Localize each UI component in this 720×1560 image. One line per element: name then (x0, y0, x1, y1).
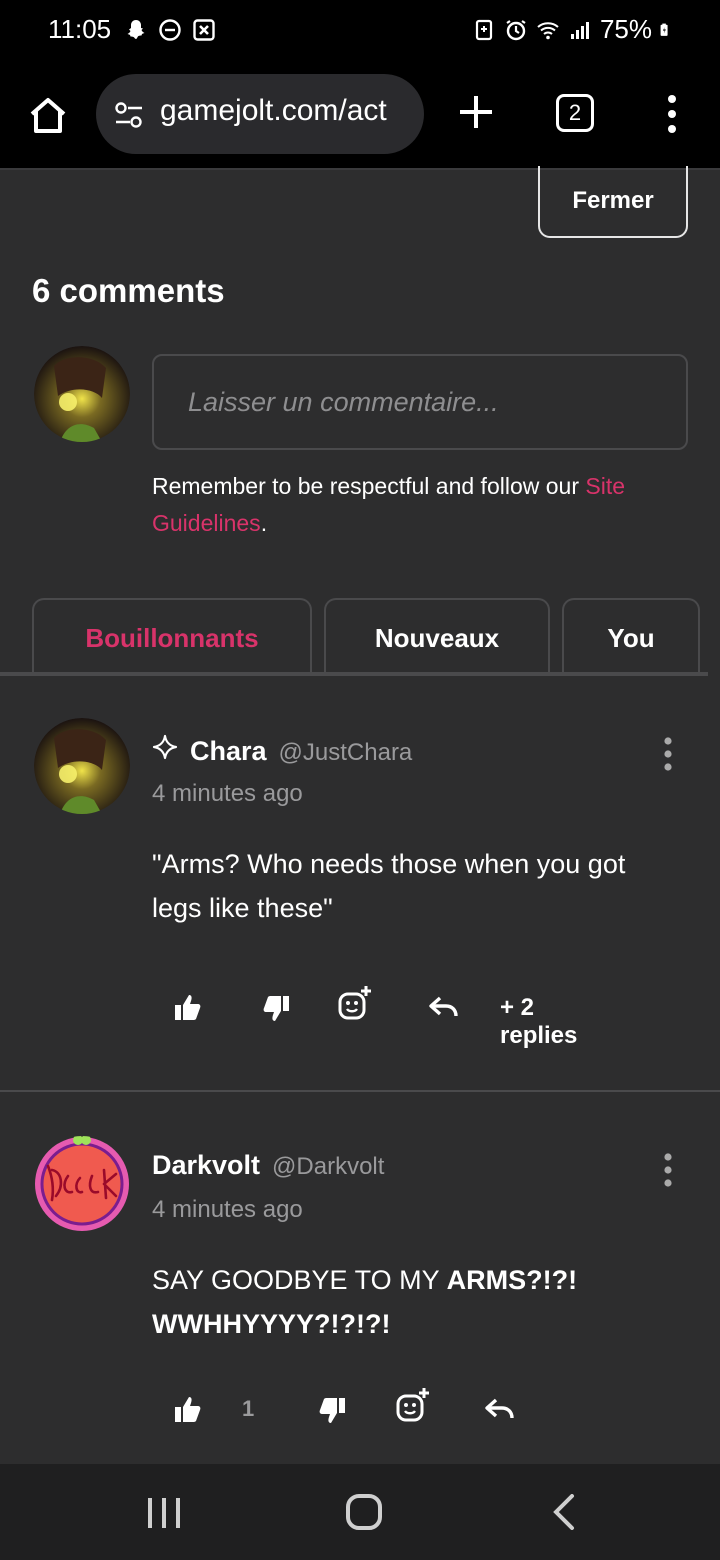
recents-icon[interactable] (146, 1496, 182, 1530)
sparkle-icon (152, 734, 178, 760)
author-name[interactable]: Darkvolt (152, 1150, 260, 1181)
status-time: 11:05 (48, 14, 112, 44)
comment-item: Chara @JustChara 4 minutes ago "Arms? Wh… (0, 676, 720, 1090)
add-reaction-icon[interactable] (336, 984, 374, 1024)
close-button[interactable]: Fermer (538, 166, 688, 238)
site-settings-icon[interactable] (114, 100, 144, 130)
tab-new[interactable]: Nouveaux (324, 598, 550, 672)
author-handle[interactable]: @Darkvolt (272, 1153, 384, 1181)
status-bar: 11:05 75% (0, 0, 720, 62)
guidelines-note: Remember to be respectful and follow our… (152, 468, 672, 542)
system-nav-bar (0, 1464, 720, 1560)
sort-tabs: Bouillonnants Nouveaux You (0, 598, 720, 676)
comment-text-plain: SAY GOODBYE TO MY (152, 1265, 447, 1295)
battery-saver-icon (475, 19, 493, 40)
comment-avatar[interactable] (34, 1136, 130, 1232)
new-tab-icon[interactable] (456, 92, 496, 132)
thumbs-up-icon[interactable] (172, 1394, 204, 1426)
comment-author: Darkvolt @Darkvolt (152, 1150, 384, 1181)
comment-time: 4 minutes ago (152, 1196, 303, 1223)
battery-percentage: 75% (599, 14, 652, 44)
comment-input[interactable] (152, 354, 688, 450)
my-avatar[interactable] (34, 346, 130, 442)
guidelines-note-text: Remember to be respectful and follow our (152, 473, 586, 499)
signal-icon (570, 21, 589, 39)
comment-time: 4 minutes ago (152, 780, 303, 807)
add-reaction-icon[interactable] (394, 1386, 432, 1426)
replies-link[interactable]: + 2 replies (500, 994, 577, 1050)
thumbs-down-icon[interactable] (260, 992, 292, 1024)
status-left-icons (124, 18, 216, 42)
battery-icon (660, 23, 668, 36)
thumbs-up-icon[interactable] (172, 992, 204, 1024)
comment-more-icon[interactable] (660, 736, 676, 772)
home-nav-icon[interactable] (346, 1494, 382, 1530)
back-icon[interactable] (552, 1494, 576, 1530)
dnd-icon (159, 19, 181, 41)
comments-count-heading: 6 comments (32, 272, 225, 309)
address-bar[interactable]: gamejolt.com/act (96, 74, 424, 154)
url-text[interactable]: gamejolt.com/act (160, 94, 387, 128)
more-options-icon[interactable] (660, 94, 684, 134)
author-name[interactable]: Chara (190, 736, 267, 767)
comment-more-icon[interactable] (660, 1152, 676, 1188)
guidelines-note-end: . (260, 510, 268, 536)
like-count: 1 (242, 1396, 255, 1421)
tab-hot[interactable]: Bouillonnants (32, 598, 312, 672)
comment-author: Chara @JustChara (152, 734, 412, 767)
thumbs-down-icon[interactable] (316, 1394, 348, 1426)
tab-you[interactable]: You (562, 598, 700, 672)
author-handle[interactable]: @JustChara (279, 739, 413, 767)
alarm-icon (506, 19, 526, 40)
snapchat-icon (127, 20, 145, 39)
status-right-icons: 75% (472, 14, 674, 45)
tab-switcher-button[interactable]: 2 (556, 94, 594, 132)
wifi-icon (537, 21, 559, 39)
reply-icon[interactable] (484, 1394, 516, 1426)
reply-icon[interactable] (428, 992, 460, 1024)
comment-text: "Arms? Who needs those when you got legs… (152, 849, 626, 923)
comment-item: Darkvolt @Darkvolt 4 minutes ago SAY GOO… (0, 1092, 720, 1464)
comment-avatar[interactable] (34, 718, 130, 814)
home-icon[interactable] (24, 92, 72, 140)
comment-text: SAY GOODBYE TO MY ARMS?!?! WWHHYYYY?!?!?… (152, 1258, 672, 1346)
browser-toolbar: gamejolt.com/act 2 (0, 62, 720, 170)
close-box-icon (193, 19, 215, 41)
